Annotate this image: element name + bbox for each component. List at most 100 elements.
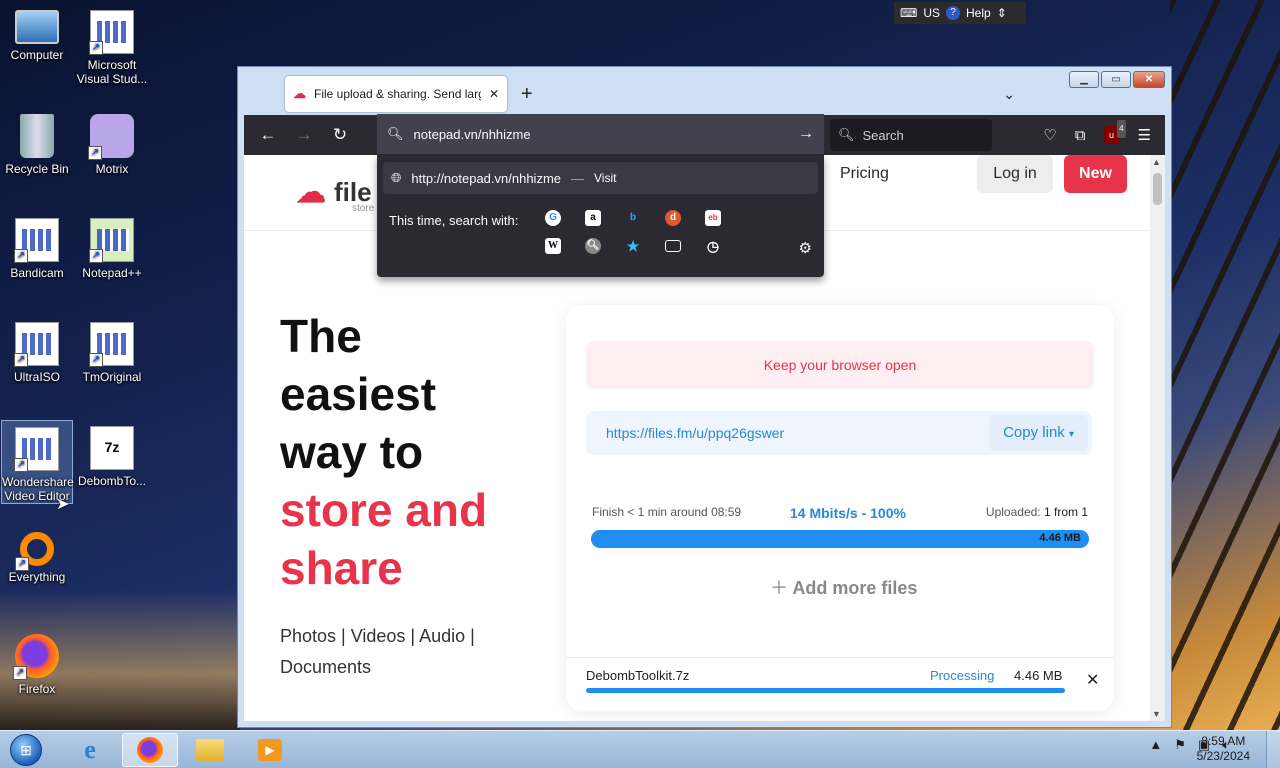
show-hidden-icons-icon[interactable]: ▲ bbox=[1149, 737, 1162, 753]
new-button[interactable]: New bbox=[1064, 155, 1127, 193]
desktop-icon-label: UltraISO bbox=[13, 370, 60, 384]
ublock-icon[interactable]: u4 bbox=[1103, 120, 1126, 144]
cloud-logo-icon: ☁ bbox=[296, 176, 326, 209]
login-button[interactable]: Log in bbox=[977, 155, 1053, 193]
taskbar-media-player[interactable]: ▶ bbox=[242, 733, 298, 767]
close-tab-icon[interactable]: ✕ bbox=[489, 87, 499, 101]
suggestion-visit-row[interactable]: 🌐︎ http://notepad.vn/nhhizme — Visit bbox=[383, 162, 818, 194]
clock[interactable]: 8:59 AM 5/23/2024 bbox=[1197, 734, 1250, 764]
pocket-icon[interactable]: ♡ bbox=[1043, 126, 1056, 144]
desktop-icon-notepadpp[interactable]: ↗ Notepad++ bbox=[76, 212, 148, 280]
desktop-icon-bandicam[interactable]: ↗ Bandicam bbox=[1, 212, 73, 280]
add-more-files-button[interactable]: ＋ Add more files bbox=[770, 574, 917, 600]
chevron-down-icon: ▾ bbox=[1068, 429, 1074, 440]
desktop-icon-debombtoolkit[interactable]: 7z DebombTo... bbox=[76, 420, 148, 488]
file-row: DebombToolkit.7z Processing 4.46 MB ✕ bbox=[566, 657, 1114, 711]
desktop-icon-firefox[interactable]: ↗ Firefox bbox=[1, 628, 73, 696]
computer-icon bbox=[15, 10, 59, 44]
desktop-icon-motrix[interactable]: ↗ Motrix bbox=[76, 108, 148, 176]
taskbar-ie[interactable]: e bbox=[62, 733, 118, 767]
desktop-icon-label: Notepad++ bbox=[82, 266, 142, 280]
keep-browser-open-notice: Keep your browser open bbox=[586, 341, 1094, 389]
urlbar-container: 🔍︎ notepad.vn/nhhizme → bbox=[377, 114, 824, 154]
tabs-icon[interactable] bbox=[665, 240, 681, 252]
search-bar[interactable]: 🔍︎ Search bbox=[830, 119, 992, 151]
wikipedia-icon[interactable]: W bbox=[545, 238, 561, 254]
history-clock-icon[interactable]: ◷ bbox=[705, 238, 721, 254]
list-all-tabs-button[interactable]: ⌄ bbox=[1003, 86, 1015, 103]
new-tab-button[interactable]: + bbox=[521, 83, 533, 106]
back-button[interactable]: ← bbox=[250, 125, 286, 145]
pricing-link[interactable]: Pricing bbox=[840, 165, 889, 183]
google-icon[interactable]: G bbox=[545, 210, 561, 226]
language-code[interactable]: US bbox=[923, 6, 940, 20]
search-engine-icon[interactable]: 🔍︎ bbox=[585, 238, 601, 254]
internet-explorer-icon: e bbox=[84, 735, 96, 764]
scroll-down-icon[interactable]: ▼ bbox=[1152, 709, 1161, 719]
tab-files-fm[interactable]: ☁ File upload & sharing. Send large file… bbox=[285, 76, 507, 112]
keyboard-icon: ⌨ bbox=[900, 6, 918, 20]
scroll-up-icon[interactable]: ▲ bbox=[1152, 157, 1161, 167]
ebay-icon[interactable]: eb bbox=[705, 210, 721, 226]
url-input[interactable]: notepad.vn/nhhizme bbox=[414, 127, 531, 142]
shortcut-app-icon: ↗ bbox=[14, 322, 59, 367]
show-desktop-button[interactable] bbox=[1266, 731, 1280, 768]
desktop-icon-visual-studio[interactable]: ↗ Microsoft Visual Stud... bbox=[76, 4, 148, 86]
media-types-text: Photos | Videos | Audio | Documents bbox=[280, 626, 475, 677]
desktop-icon-everything[interactable]: ↗ Everything bbox=[1, 524, 73, 584]
hero-heading: The easiest way to store and share bbox=[280, 307, 487, 597]
go-arrow-icon[interactable]: → bbox=[798, 125, 814, 143]
hero-line: easiest bbox=[280, 368, 437, 420]
desktop-icon-label: Firefox bbox=[18, 682, 56, 696]
files-fm-favicon-icon: ☁ bbox=[293, 86, 306, 101]
desktop-icon-wondershare[interactable]: ↗ Wondershare Video Editor bbox=[1, 420, 74, 504]
search-settings-gear-icon[interactable]: ⚙ bbox=[799, 239, 812, 257]
search-icon: 🔍︎ bbox=[838, 127, 855, 142]
desktop-icon-label: Everything bbox=[8, 570, 66, 584]
shortcut-app-icon: ↗ bbox=[14, 427, 59, 472]
globe-icon: 🌐︎ bbox=[391, 170, 402, 185]
action-center-flag-icon[interactable]: ⚑ bbox=[1174, 737, 1186, 753]
reload-button[interactable]: ↻ bbox=[322, 125, 358, 145]
files-fm-logo[interactable]: ☁ file store bbox=[296, 175, 374, 214]
page-scrollbar[interactable]: ▲ ▼ bbox=[1150, 155, 1165, 721]
bing-icon[interactable]: b bbox=[625, 210, 641, 226]
duckduckgo-icon[interactable]: d bbox=[665, 210, 681, 226]
copy-link-button[interactable]: Copy link ▾ bbox=[989, 415, 1088, 451]
start-button[interactable]: ⊞ bbox=[4, 733, 48, 767]
tab-bar: ☁ File upload & sharing. Send large file… bbox=[244, 73, 1165, 115]
upload-speed: 14 Mbits/s - 100% bbox=[790, 505, 906, 521]
urlbar[interactable]: 🔍︎ notepad.vn/nhhizme → bbox=[377, 114, 824, 154]
bookmarks-star-icon[interactable]: ★ bbox=[625, 238, 641, 254]
share-url-link[interactable]: https://files.fm/u/ppq26gswer bbox=[606, 425, 784, 441]
hero-line: way to bbox=[280, 426, 424, 478]
shortcut-app-icon: ↗ bbox=[89, 322, 134, 367]
nav-toolbar: ← → ↻ 🔍︎ notepad.vn/nhhizme → 🔍︎ Search … bbox=[244, 114, 1165, 155]
scrollbar-thumb[interactable] bbox=[1153, 173, 1162, 205]
langbar-options-icon[interactable]: ⇕ bbox=[997, 6, 1007, 20]
firefox-icon bbox=[137, 737, 163, 763]
hero-line: The bbox=[280, 310, 362, 362]
help-label[interactable]: Help bbox=[966, 6, 991, 20]
extensions-icon[interactable]: ⧉ bbox=[1075, 127, 1086, 144]
desktop-icon-recycle-bin[interactable]: Recycle Bin bbox=[1, 108, 73, 176]
add-more-label: Add more files bbox=[792, 578, 918, 598]
shortcut-app-icon: ↗ bbox=[89, 10, 134, 55]
taskbar-explorer[interactable] bbox=[182, 733, 238, 767]
upload-progress-bar: 4.46 MB bbox=[591, 530, 1089, 548]
taskbar-firefox[interactable] bbox=[122, 733, 178, 767]
finish-time: Finish < 1 min around 08:59 bbox=[592, 505, 742, 519]
menu-icon[interactable]: ☰ bbox=[1138, 126, 1151, 144]
desktop-icon-computer[interactable]: Computer bbox=[1, 4, 73, 62]
remove-file-icon[interactable]: ✕ bbox=[1086, 670, 1099, 690]
desktop-icon-ultraiso[interactable]: ↗ UltraISO bbox=[1, 316, 73, 384]
desktop-icon-tmoriginal[interactable]: ↗ TmOriginal bbox=[76, 316, 148, 384]
hero-line-accent: store and bbox=[280, 484, 488, 536]
uploaded-label: Uploaded: bbox=[985, 505, 1041, 519]
desktop-icon-label: Computer bbox=[10, 48, 64, 62]
logo-subtext: store bbox=[352, 203, 375, 214]
language-bar[interactable]: ⌨ US ? Help ⇕ bbox=[894, 2, 1026, 24]
forward-button[interactable]: → bbox=[286, 125, 322, 145]
file-progress-bar bbox=[586, 688, 1065, 693]
amazon-icon[interactable]: a bbox=[585, 210, 601, 226]
